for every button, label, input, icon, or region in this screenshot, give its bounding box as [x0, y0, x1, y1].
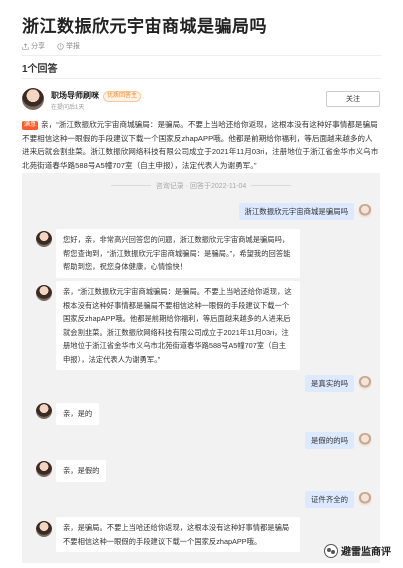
user-message: 证件齐全的: [305, 491, 354, 508]
author-name[interactable]: 职场导师刷咪: [51, 91, 99, 100]
user-message: 浙江数振欣元宇宙商城是骗局吗: [238, 203, 354, 220]
user-message: 是真实的吗: [305, 375, 354, 392]
answer-time: 在提问后1天: [51, 105, 85, 111]
share-label: 分享: [31, 43, 45, 50]
consult-time: 咨询记录 · 回答于2022-11-04: [22, 181, 380, 191]
question-actions: 分享 举报: [22, 41, 80, 51]
answerer-message: 您好，亲，非常高兴回答您的问题，浙江数振欣元宇宙商城是骗局吗，帮您查询到，“浙江…: [56, 229, 300, 278]
author-name-row: 职场导师刷咪 优质回答主: [51, 90, 142, 102]
answerer-message: 亲，是的: [56, 403, 100, 425]
answerer-avatar: [36, 521, 52, 537]
user-avatar: [358, 376, 372, 390]
user-message: 是假的的吗: [305, 432, 354, 449]
report-label: 举报: [66, 43, 80, 50]
share-icon: [22, 42, 29, 50]
answerer-message: 亲，是骗局。不要上当哈还给你返现，这根本没有这种好事情都是骗局不要相信这种一眼假…: [56, 517, 300, 552]
answerer-avatar: [36, 461, 52, 477]
report-icon: [57, 42, 64, 50]
answerer-message: 亲，是假的: [56, 460, 107, 482]
answerer-avatar: [36, 231, 52, 247]
watermark-text: 避雷监商评: [341, 547, 391, 558]
user-avatar: [358, 204, 372, 218]
divider: [22, 78, 381, 79]
question-title: 浙江数振欣元宇宙商城是骗局吗: [22, 17, 267, 36]
divider: [22, 55, 381, 56]
answerer-avatar: [36, 285, 52, 301]
author-avatar[interactable]: [22, 88, 44, 110]
author-block: 职场导师刷咪 优质回答主 在提问后1天 关注: [22, 88, 380, 114]
author-badge: 优质回答主: [103, 91, 142, 102]
answer-text: 亲，“浙江数振欣元宇宙商城骗局：是骗局。不要上当哈还给你返现，这根本没有这种好事…: [22, 120, 379, 170]
watermark: 避雷监商评: [324, 543, 391, 558]
report-button[interactable]: 举报: [57, 41, 80, 51]
answer-body: 满意 亲，“浙江数振欣元宇宙商城骗局：是骗局。不要上当哈还给你返现，这根本没有这种…: [22, 118, 380, 172]
answerer-avatar: [36, 403, 52, 419]
user-avatar: [358, 433, 372, 447]
answer-count: 1个回答: [22, 64, 58, 75]
follow-button[interactable]: 关注: [326, 91, 380, 107]
wechat-icon: [324, 543, 338, 558]
user-avatar: [358, 492, 372, 506]
answerer-message: 亲，“浙江数振欣元宇宙商城骗局：是骗局。不要上当哈还给你返现，这根本没有这种好事…: [56, 281, 300, 370]
share-button[interactable]: 分享: [22, 41, 45, 51]
consult-record: 咨询记录 · 回答于2022-11-04 浙江数振欣元宇宙商城是骗局吗 您好，亲…: [22, 173, 380, 563]
satisfied-tag: 满意: [22, 121, 39, 130]
